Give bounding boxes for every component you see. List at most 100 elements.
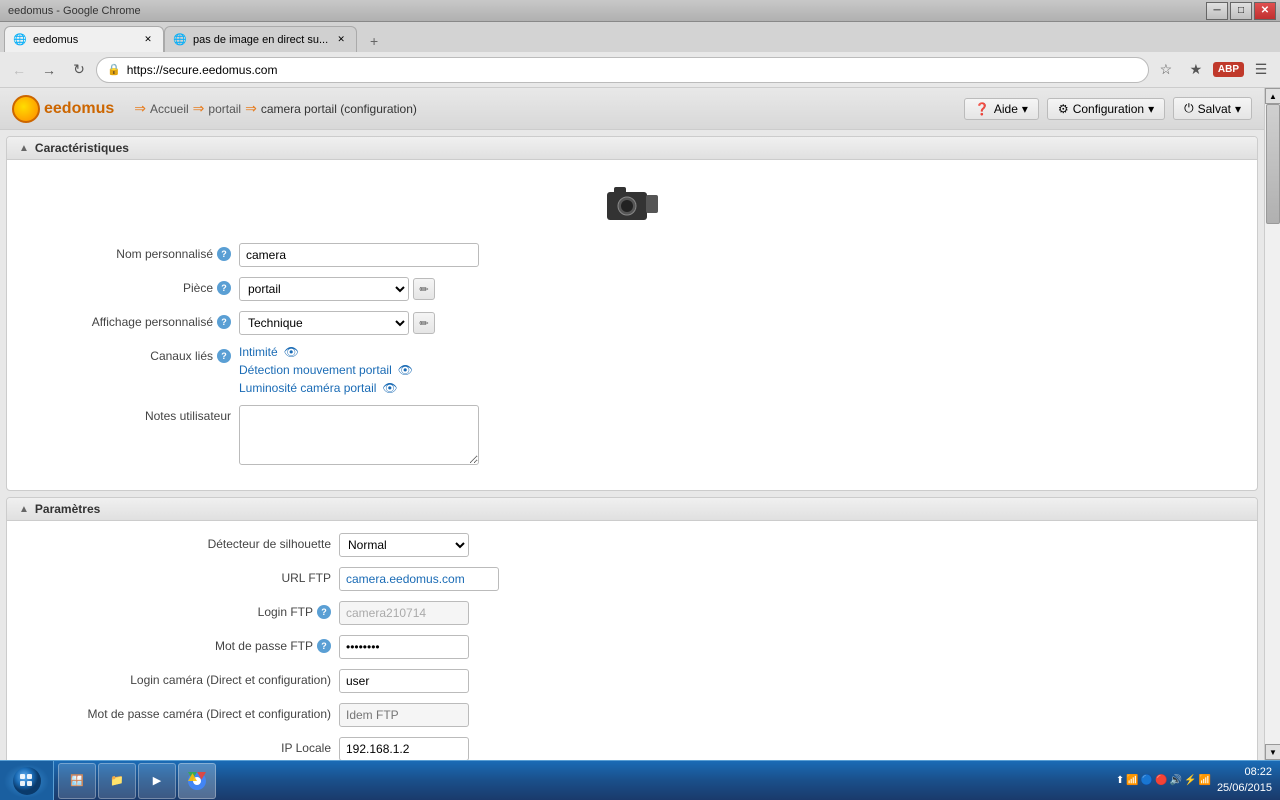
address-bar[interactable]: 🔒 bbox=[96, 57, 1149, 83]
affichage-edit-button[interactable]: ✏ bbox=[413, 312, 435, 334]
affichage-label: Affichage personnalisé ? bbox=[19, 311, 239, 329]
canal-eye-2-icon[interactable]: 👁 bbox=[398, 363, 413, 377]
start-button[interactable] bbox=[0, 761, 54, 800]
bookmark-icon[interactable]: ☆ bbox=[1153, 57, 1179, 83]
tab2-close-icon[interactable]: ✕ bbox=[334, 33, 348, 47]
parametres-chevron-icon: ▲ bbox=[19, 504, 29, 515]
canal-link-3[interactable]: Luminosité caméra portail bbox=[239, 381, 376, 395]
taskbar-app-windows[interactable]: 🪟 bbox=[58, 763, 96, 799]
eedomus-header: eedomus ⇒ Accueil ⇒ portail ⇒ camera por… bbox=[0, 88, 1264, 130]
nom-label: Nom personnalisé ? bbox=[19, 243, 239, 261]
close-button[interactable]: ✕ bbox=[1254, 2, 1276, 20]
nom-help-icon[interactable]: ? bbox=[217, 247, 231, 261]
ip-locale-label: IP Locale bbox=[19, 737, 339, 755]
canal-item-3: Luminosité caméra portail 👁 bbox=[239, 381, 413, 395]
affichage-select[interactable]: Technique bbox=[239, 311, 409, 335]
breadcrumb-arrow-icon: ⇒ bbox=[134, 100, 146, 117]
ip-locale-input[interactable] bbox=[339, 737, 469, 760]
scrollbar-up-arrow[interactable]: ▲ bbox=[1265, 88, 1280, 104]
taskbar: 🪟 📁 ▶ ⬆ 📶 🔵 🔴 🔊 bbox=[0, 760, 1280, 800]
affichage-control: Technique ✏ bbox=[239, 311, 435, 335]
login-camera-label: Login caméra (Direct et configuration) bbox=[19, 669, 339, 687]
canal-eye-1-icon[interactable]: 👁 bbox=[284, 345, 299, 359]
affichage-row: Affichage personnalisé ? Technique ✏ bbox=[19, 311, 1245, 335]
browser-inner: eedomus ⇒ Accueil ⇒ portail ⇒ camera por… bbox=[0, 88, 1280, 760]
chrome-toolbar: ← → ↻ 🔒 ☆ ★ ABP ☰ bbox=[0, 52, 1280, 88]
breadcrumb-portail[interactable]: portail bbox=[208, 102, 241, 116]
mdp-camera-label: Mot de passe caméra (Direct et configura… bbox=[19, 703, 339, 721]
notif-icon-4: 🔴 bbox=[1155, 775, 1167, 786]
menu-icon[interactable]: ☰ bbox=[1248, 57, 1274, 83]
tab-eedomus[interactable]: 🌐 eedomus ✕ bbox=[4, 26, 164, 52]
notif-icon-2: 📶 bbox=[1126, 775, 1138, 786]
back-button[interactable]: ← bbox=[6, 57, 32, 83]
canal-item-1: Intimité 👁 bbox=[239, 345, 413, 359]
ssl-lock-icon: 🔒 bbox=[107, 63, 121, 76]
breadcrumb-arrow3-icon: ⇒ bbox=[245, 100, 257, 117]
browser-window: eedomus - Google Chrome ─ □ ✕ 🌐 eedomus … bbox=[0, 0, 1280, 760]
minimize-button[interactable]: ─ bbox=[1206, 2, 1228, 20]
clock-time: 08:22 bbox=[1217, 765, 1272, 780]
mdp-ftp-input[interactable] bbox=[339, 635, 469, 659]
chrome-app-icon bbox=[187, 771, 207, 791]
login-ftp-help-icon[interactable]: ? bbox=[317, 605, 331, 619]
tab-title: eedomus bbox=[33, 34, 135, 46]
scrollbar-thumb[interactable] bbox=[1266, 104, 1280, 224]
caracteristiques-chevron-icon: ▲ bbox=[19, 143, 29, 154]
nom-control bbox=[239, 243, 539, 267]
canal-link-1[interactable]: Intimité bbox=[239, 345, 278, 359]
mdp-ftp-label: Mot de passe FTP ? bbox=[19, 635, 339, 653]
taskbar-clock[interactable]: 08:22 25/06/2015 bbox=[1217, 765, 1272, 796]
ip-locale-row: IP Locale bbox=[19, 737, 1245, 760]
canal-eye-3-icon[interactable]: 👁 bbox=[382, 381, 397, 395]
salvat-button[interactable]: ⏻ Salvat ▾ bbox=[1173, 97, 1252, 120]
mdp-ftp-help-icon[interactable]: ? bbox=[317, 639, 331, 653]
mdp-camera-input[interactable] bbox=[339, 703, 469, 727]
parametres-header[interactable]: ▲ Paramètres bbox=[7, 498, 1257, 521]
canaux-help-icon[interactable]: ? bbox=[217, 349, 231, 363]
aide-button[interactable]: ❓ Aide ▾ bbox=[964, 98, 1039, 120]
tab-favicon: 🌐 bbox=[13, 33, 27, 47]
url-ftp-label: URL FTP bbox=[19, 567, 339, 585]
affichage-help-icon[interactable]: ? bbox=[217, 315, 231, 329]
title-bar: eedomus - Google Chrome ─ □ ✕ bbox=[0, 0, 1280, 22]
login-ftp-label: Login FTP ? bbox=[19, 601, 339, 619]
notes-label: Notes utilisateur bbox=[19, 405, 239, 423]
piece-help-icon[interactable]: ? bbox=[217, 281, 231, 295]
scrollbar-down-arrow[interactable]: ▼ bbox=[1265, 744, 1280, 760]
canal-link-2[interactable]: Détection mouvement portail bbox=[239, 363, 392, 377]
detecteur-select[interactable]: Normal Faible Fort bbox=[339, 533, 469, 557]
reload-button[interactable]: ↻ bbox=[66, 57, 92, 83]
breadcrumb-accueil[interactable]: Accueil bbox=[150, 102, 189, 116]
tab-close-icon[interactable]: ✕ bbox=[141, 33, 155, 47]
scrollbar-track: ▲ ▼ bbox=[1264, 88, 1280, 760]
tab2-favicon: 🌐 bbox=[173, 33, 187, 47]
title-bar-controls: ─ □ ✕ bbox=[1206, 2, 1276, 20]
piece-select[interactable]: portail bbox=[239, 277, 409, 301]
login-ftp-input[interactable] bbox=[339, 601, 469, 625]
new-tab-button[interactable]: + bbox=[361, 30, 387, 52]
url-ftp-row: URL FTP bbox=[19, 567, 1245, 591]
forward-button[interactable]: → bbox=[36, 57, 62, 83]
nom-input[interactable] bbox=[239, 243, 479, 267]
mdp-camera-row: Mot de passe caméra (Direct et configura… bbox=[19, 703, 1245, 727]
taskbar-app-media[interactable]: ▶ bbox=[138, 763, 176, 799]
notes-textarea[interactable] bbox=[239, 405, 479, 465]
title-bar-title: eedomus - Google Chrome bbox=[4, 5, 1206, 17]
address-input[interactable] bbox=[127, 63, 1138, 77]
media-player-icon: ▶ bbox=[147, 771, 167, 791]
piece-edit-button[interactable]: ✏ bbox=[413, 278, 435, 300]
tab-image[interactable]: 🌐 pas de image en direct su... ✕ bbox=[164, 26, 357, 52]
configuration-button[interactable]: ⚙ Configuration ▾ bbox=[1047, 98, 1165, 120]
taskbar-app-chrome[interactable] bbox=[178, 763, 216, 799]
caracteristiques-header[interactable]: ▲ Caractéristiques bbox=[7, 137, 1257, 160]
login-camera-input[interactable] bbox=[339, 669, 469, 693]
maximize-button[interactable]: □ bbox=[1230, 2, 1252, 20]
adblock-badge: ABP bbox=[1213, 62, 1244, 77]
taskbar-app-files[interactable]: 📁 bbox=[98, 763, 136, 799]
star-icon[interactable]: ★ bbox=[1183, 57, 1209, 83]
piece-label: Pièce ? bbox=[19, 277, 239, 295]
breadcrumb: ⇒ Accueil ⇒ portail ⇒ camera portail (co… bbox=[134, 100, 417, 117]
url-ftp-input[interactable] bbox=[339, 567, 499, 591]
canal-item-2: Détection mouvement portail 👁 bbox=[239, 363, 413, 377]
